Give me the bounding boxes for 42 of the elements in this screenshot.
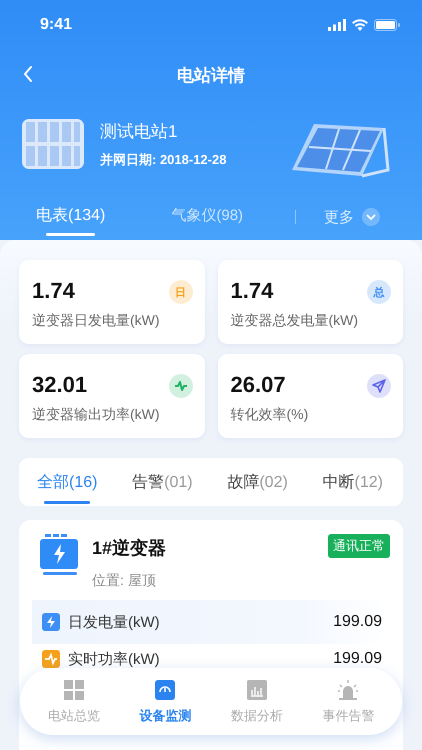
metric-label: 实时功率(kW) (68, 650, 160, 668)
alarm-icon (337, 678, 360, 700)
stat-label: 逆变器总发电量(kW) (230, 312, 360, 330)
device-tab[interactable]: 气象仪(98) (171, 200, 244, 234)
filter-tab[interactable]: 故障(02) (227, 464, 288, 500)
wifi-icon (352, 19, 368, 31)
signal-icon (328, 19, 346, 31)
metric-label: 日发电量(kW) (68, 612, 160, 632)
stat-badge: 总 (367, 280, 391, 304)
back-icon[interactable] (22, 65, 34, 83)
station-name: 测试电站1 (100, 120, 178, 142)
more-button[interactable]: 更多 (324, 208, 380, 226)
solar-panel-icon (22, 119, 84, 169)
nav-tab[interactable]: 数据分析 (216, 678, 297, 724)
device-tab[interactable]: 电表(134) (36, 198, 106, 236)
filter-tab[interactable]: 中断(12) (322, 464, 383, 500)
status-time: 9:41 (40, 16, 72, 34)
filter-tab[interactable]: 告警(01) (132, 464, 193, 500)
grid-date: 并网日期: 2018-12-28 (100, 150, 226, 168)
grid-icon (62, 678, 85, 700)
inverter-icon (40, 534, 80, 576)
status-tag: 通讯正常 (328, 534, 390, 558)
stat-value: 32.01 (32, 372, 88, 398)
nav-tab[interactable]: 事件告警 (308, 678, 388, 724)
stat-value: 1.74 (230, 278, 274, 304)
chart-icon (246, 678, 268, 700)
page-title: 电站详情 (177, 64, 245, 86)
nav-tab[interactable]: 设备监测 (125, 678, 206, 724)
stat-value: 26.07 (230, 372, 286, 398)
metric-value: 199.09 (333, 613, 382, 631)
stat-label: 转化效率(%) (230, 406, 310, 424)
stat-label: 逆变器输出功率(kW) (32, 406, 161, 424)
stat-label: 逆变器日发电量(kW) (32, 312, 161, 330)
chevron-down-icon (362, 208, 380, 226)
stat-badge: 日 (168, 280, 192, 304)
metric-value: 199.09 (333, 650, 382, 668)
battery-icon (374, 19, 400, 31)
gauge-icon (154, 678, 176, 700)
device-name: 1#逆变器 (92, 537, 166, 560)
nav-tab[interactable]: 电站总览 (34, 678, 114, 724)
device-location: 位置: 屋顶 (92, 572, 157, 590)
stat-value: 1.74 (32, 278, 75, 304)
